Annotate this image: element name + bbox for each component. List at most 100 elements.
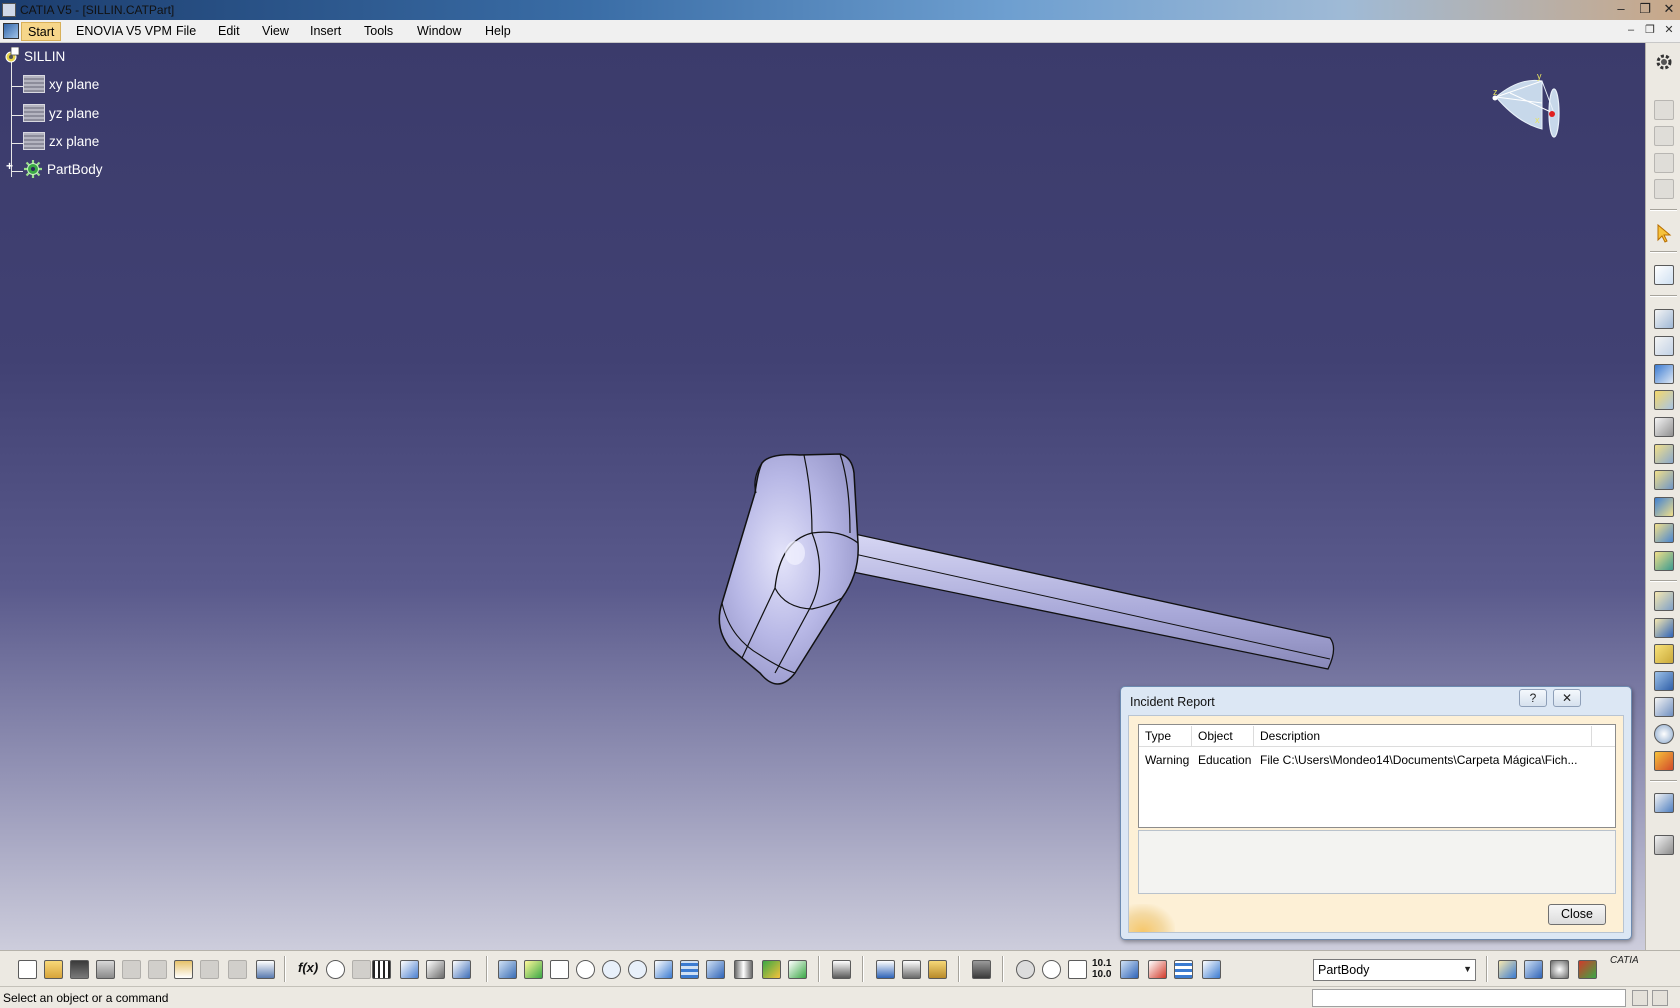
groove-icon[interactable] [1654, 390, 1674, 410]
apply-material-icon[interactable] [1654, 835, 1674, 855]
shading-icon[interactable] [734, 960, 753, 979]
menu-file[interactable]: File [176, 24, 196, 38]
chamfer-icon[interactable] [1654, 618, 1674, 638]
pattern-icon[interactable] [1654, 697, 1674, 717]
view-mode-icon[interactable] [1120, 960, 1139, 979]
body-select[interactable]: PartBody ▼ [1313, 959, 1476, 981]
tree-node-yz-plane[interactable]: yz plane [23, 104, 99, 122]
document-close-button[interactable]: ✕ [1662, 24, 1676, 38]
menu-insert[interactable]: Insert [310, 24, 341, 38]
normal-view-icon[interactable] [654, 960, 673, 979]
hand-pan-icon[interactable] [1042, 960, 1061, 979]
boolean-icon[interactable] [1654, 751, 1674, 771]
measure-inertia-icon[interactable] [928, 960, 947, 979]
comment-balloon-icon[interactable] [326, 960, 345, 979]
menu-tools[interactable]: Tools [364, 24, 393, 38]
column-header-object[interactable]: Object [1198, 729, 1233, 743]
pocket-icon[interactable] [1654, 336, 1674, 356]
rib-icon[interactable] [1654, 444, 1674, 464]
status-button[interactable] [1652, 990, 1668, 1006]
column-header-type[interactable]: Type [1145, 729, 1171, 743]
column-divider[interactable] [1253, 726, 1254, 746]
design-table-icon[interactable] [372, 960, 391, 979]
isometric-view-icon[interactable] [706, 960, 725, 979]
swap-visible-space-icon[interactable] [788, 960, 807, 979]
tree-node-partbody[interactable]: PartBody [23, 159, 103, 179]
tool-disabled-icon[interactable] [1654, 153, 1674, 173]
knowledge-icon[interactable] [352, 960, 371, 979]
menu-window[interactable]: Window [417, 24, 461, 38]
select-arrow-icon[interactable] [1654, 223, 1674, 243]
fit-all-icon[interactable] [524, 960, 543, 979]
law-icon[interactable] [426, 960, 445, 979]
tree-expand-icon[interactable]: + [6, 160, 15, 172]
catalog-icon[interactable] [400, 960, 419, 979]
rotate-icon[interactable] [576, 960, 595, 979]
zoom-in-icon[interactable] [602, 960, 621, 979]
copy-icon[interactable] [148, 960, 167, 979]
measure-item-icon[interactable] [902, 960, 921, 979]
edge-fillet-icon[interactable] [1654, 591, 1674, 611]
window-close-button[interactable]: ✕ [1658, 2, 1680, 18]
axis-system-icon[interactable] [1654, 724, 1674, 744]
multi-section-solid-icon[interactable] [1654, 497, 1674, 517]
redo-icon[interactable] [228, 960, 247, 979]
incident-table[interactable]: Type Object Description Warning Educatio… [1138, 724, 1616, 828]
render-icon[interactable] [1498, 960, 1517, 979]
formula-fx-icon[interactable]: f(x) [298, 960, 318, 975]
hole-icon[interactable] [1654, 417, 1674, 437]
pan-icon[interactable] [550, 960, 569, 979]
paste-icon[interactable] [174, 960, 193, 979]
material-icon[interactable] [1524, 960, 1543, 979]
compass-icon[interactable]: y z x [1490, 73, 1580, 163]
shaft-icon[interactable] [1654, 364, 1674, 384]
removed-section-icon[interactable] [1654, 523, 1674, 543]
chevron-down-icon[interactable]: ▼ [1463, 964, 1472, 974]
measure-icon[interactable] [1654, 793, 1674, 813]
tree-node-xy-plane[interactable]: xy plane [23, 75, 99, 93]
catia-app-icon[interactable] [2, 3, 16, 17]
shell-icon[interactable] [1654, 671, 1674, 691]
stiffener-icon[interactable] [1654, 551, 1674, 571]
print-icon[interactable] [96, 960, 115, 979]
measure-between-icon[interactable] [876, 960, 895, 979]
tree-node-root[interactable]: SILLIN [2, 47, 65, 65]
tool-disabled-icon[interactable] [1654, 126, 1674, 146]
dialog-close-x-button[interactable]: ✕ [1553, 689, 1581, 707]
pad-icon[interactable] [1654, 309, 1674, 329]
reaction-icon[interactable] [452, 960, 471, 979]
menu-edit[interactable]: Edit [218, 24, 240, 38]
new-document-icon[interactable] [18, 960, 37, 979]
color-icon[interactable] [1578, 960, 1597, 979]
column-divider[interactable] [1191, 726, 1192, 746]
sketcher-icon[interactable] [1654, 265, 1674, 285]
rotate-view-icon[interactable] [1016, 960, 1035, 979]
column-divider[interactable] [1591, 726, 1592, 746]
axis-icon[interactable] [1068, 960, 1087, 979]
column-header-description[interactable]: Description [1260, 729, 1320, 743]
close-button[interactable]: Close [1548, 904, 1606, 925]
dialog-help-button[interactable]: ? [1519, 689, 1547, 707]
document-icon[interactable] [3, 23, 19, 39]
grid-snap-icon[interactable] [1148, 960, 1167, 979]
settings-gear-icon[interactable] [1654, 52, 1674, 72]
slot-icon[interactable] [1654, 470, 1674, 490]
menu-help[interactable]: Help [485, 24, 511, 38]
draft-icon[interactable] [1654, 644, 1674, 664]
document-minimize-button[interactable]: – [1624, 24, 1638, 38]
window-minimize-button[interactable]: – [1610, 2, 1632, 18]
status-button[interactable] [1632, 990, 1648, 1006]
save-icon[interactable] [70, 960, 89, 979]
camera-capture-icon[interactable] [972, 960, 991, 979]
scene-icon[interactable] [1550, 960, 1569, 979]
cut-icon[interactable] [122, 960, 141, 979]
zoom-out-icon[interactable] [628, 960, 647, 979]
multi-view-icon[interactable] [680, 960, 699, 979]
document-restore-button[interactable]: ❐ [1643, 24, 1657, 38]
hide-show-icon[interactable] [762, 960, 781, 979]
open-folder-icon[interactable] [44, 960, 63, 979]
fly-mode-icon[interactable] [498, 960, 517, 979]
menu-enovia[interactable]: ENOVIA V5 VPM [76, 24, 172, 38]
tool-disabled-icon[interactable] [1654, 100, 1674, 120]
command-input[interactable] [1312, 989, 1626, 1007]
